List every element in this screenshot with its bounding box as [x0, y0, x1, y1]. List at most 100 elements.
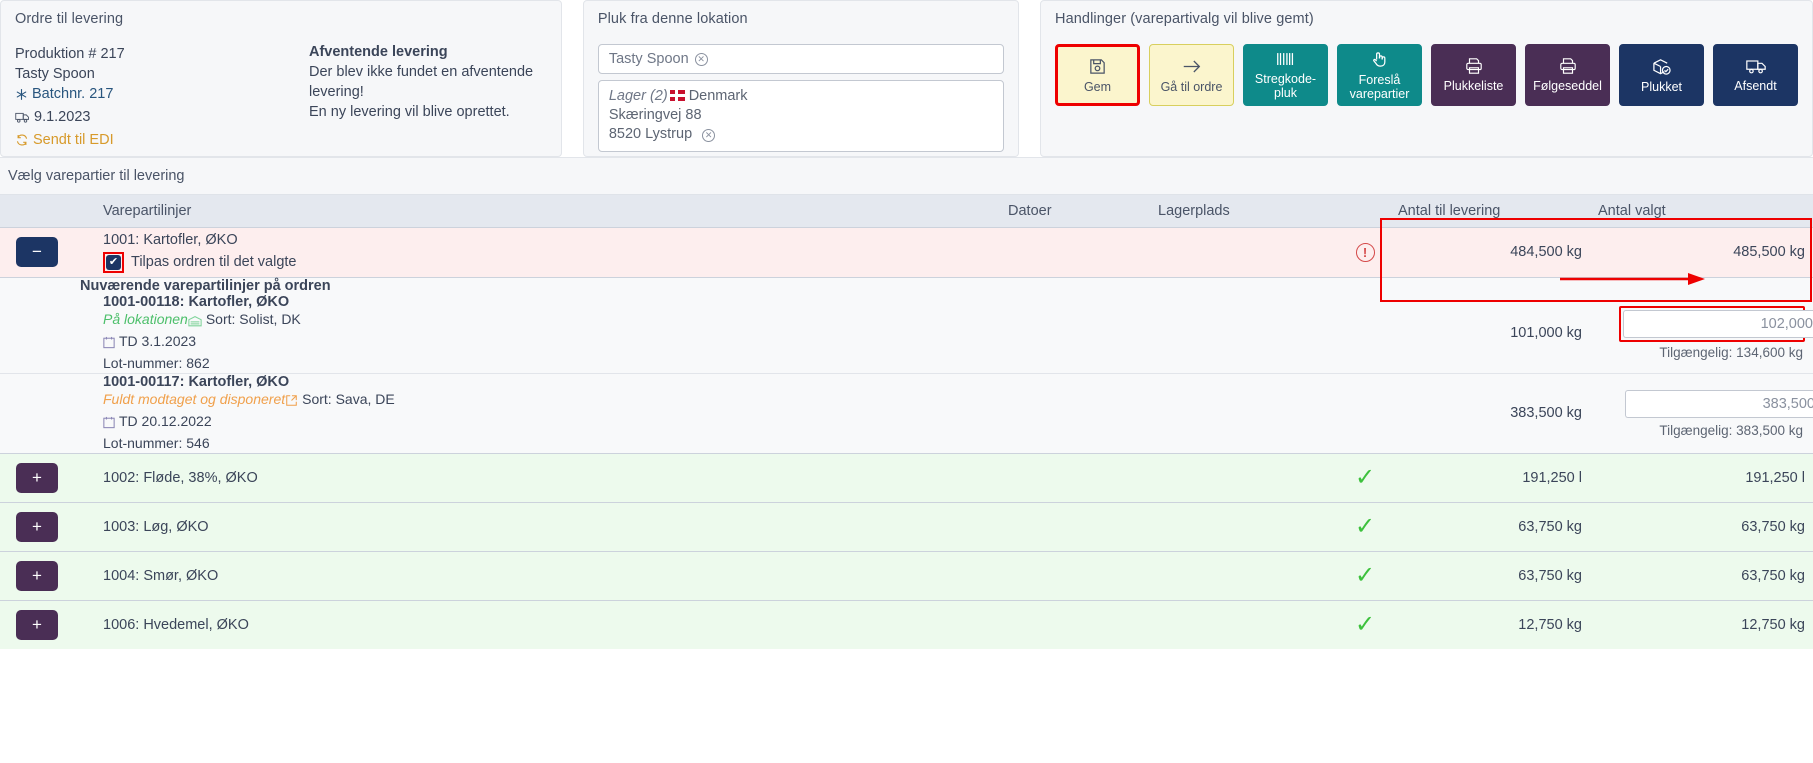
- expand-cell: +: [0, 551, 95, 600]
- picking-list-button[interactable]: Plukkeliste: [1431, 44, 1516, 106]
- row-qty-selected: 12,750 kg: [1590, 600, 1813, 649]
- clear-location-icon[interactable]: ✕: [695, 53, 708, 66]
- suggest-lots-button[interactable]: Foreslå varepartier: [1337, 44, 1422, 106]
- th-qty-to-deliver: Antal til levering: [1390, 195, 1590, 227]
- qty-input-highlight: kg: [1619, 306, 1805, 342]
- expand-row-button-label: +: [32, 517, 42, 537]
- product-name: 1006: Hvedemel, ØKO: [95, 600, 1000, 649]
- table-row: + 1004: Smør, ØKO ✓ 63,750 kg 63,750 kg: [0, 551, 1813, 600]
- table-row: − 1001: Kartofler, ØKO ✔ Tilpas ordren t…: [0, 227, 1813, 277]
- save-icon: [1088, 57, 1107, 76]
- shipped-button[interactable]: Afsendt: [1713, 44, 1798, 106]
- box-check-icon: [1651, 57, 1672, 76]
- truck-icon: [1745, 58, 1767, 75]
- warehouse-country: Denmark: [689, 88, 748, 104]
- th-expand: [0, 195, 95, 227]
- pick-location-title: Pluk fra denne lokation: [598, 11, 1004, 27]
- th-location: Lagerplads: [1150, 195, 1340, 227]
- row-location-cell: [1150, 551, 1340, 600]
- pending-delivery-block: Afventende levering Der blev ikke fundet…: [305, 44, 547, 153]
- warning-icon: !: [1356, 243, 1375, 262]
- th-status: [1340, 195, 1390, 227]
- lot-number: Lot-nummer: 546: [103, 434, 992, 453]
- sub-location-cell: [1150, 373, 1340, 453]
- qty-input[interactable]: [1625, 390, 1813, 418]
- check-icon: ✓: [1348, 515, 1382, 539]
- lot-status: Fuldt modtaget og disponeret: [103, 391, 285, 407]
- actions-panel: Handlinger (varepartivalg vil blive gemt…: [1040, 0, 1813, 157]
- delivery-picking-page: Ordre til levering Produktion # 217 Tast…: [0, 0, 1813, 763]
- barcode-pick-button[interactable]: Stregkode-pluk: [1243, 44, 1328, 106]
- check-icon: ✓: [1348, 613, 1382, 637]
- th-lines: Varepartilinjer: [95, 195, 1000, 227]
- batch-number-line[interactable]: Batchnr. 217: [15, 84, 305, 107]
- product-name: 1003: Løg, ØKO: [95, 502, 1000, 551]
- go-to-order-button[interactable]: Gå til ordre: [1149, 44, 1234, 106]
- expand-row-button[interactable]: +: [16, 610, 58, 640]
- th-dates: Datoer: [1000, 195, 1150, 227]
- expand-row-button[interactable]: +: [16, 512, 58, 542]
- pick-location-input[interactable]: Tasty Spoon ✕: [598, 44, 1004, 74]
- delivery-date-line: 9.1.2023: [15, 107, 305, 130]
- suggest-lots-button-label: Foreslå varepartier: [1341, 73, 1418, 101]
- delivery-date-label: 9.1.2023: [34, 109, 90, 125]
- row-status-cell: ✓: [1340, 502, 1390, 551]
- th-qty-selected: Antal valgt: [1590, 195, 1813, 227]
- expand-row-button[interactable]: +: [16, 463, 58, 493]
- row-dates-cell: [1000, 551, 1150, 600]
- expand-row-button[interactable]: +: [16, 561, 58, 591]
- sub-section-title: Nuværende varepartilinjer på ordren: [0, 277, 1813, 294]
- available-qty-label: Tilgængelig: 383,500 kg: [1598, 423, 1805, 438]
- adjust-order-checkbox[interactable]: ✔: [106, 255, 121, 270]
- pending-delivery-line2: En ny levering vil blive oprettet.: [309, 102, 547, 122]
- lot-variety: Sort: Solist, DK: [206, 311, 301, 327]
- row-qty-to-deliver: 12,750 kg: [1390, 600, 1590, 649]
- save-button[interactable]: Gem: [1055, 44, 1140, 106]
- checkbox-highlight: ✔: [103, 252, 124, 273]
- order-panel: Ordre til levering Produktion # 217 Tast…: [0, 0, 562, 157]
- expand-cell: −: [0, 227, 95, 277]
- hand-pointer-icon: [1370, 50, 1389, 69]
- action-buttons: Gem Gå til ordre Stregkode-pluk: [1055, 44, 1798, 106]
- calendar-icon: [103, 335, 115, 354]
- sub-expand-cell: [0, 294, 95, 374]
- check-icon: ✓: [1348, 466, 1382, 490]
- table-row: + 1006: Hvedemel, ØKO ✓ 12,750 kg 12,750…: [0, 600, 1813, 649]
- clear-warehouse-icon[interactable]: ✕: [702, 129, 715, 142]
- calendar-icon: [103, 415, 115, 434]
- expand-cell: +: [0, 502, 95, 551]
- pick-location-panel: Pluk fra denne lokation Tasty Spoon ✕ La…: [583, 0, 1019, 157]
- collapse-row-button[interactable]: −: [16, 237, 58, 267]
- order-details: Produktion # 217 Tasty Spoon Batchnr. 21…: [15, 44, 305, 153]
- expand-row-button-label: +: [32, 468, 42, 488]
- picked-button[interactable]: Plukket: [1619, 44, 1704, 106]
- delivery-note-button-label: Følgeseddel: [1533, 79, 1602, 93]
- external-link-icon[interactable]: [285, 393, 298, 412]
- table-row: + 1003: Løg, ØKO ✓ 63,750 kg 63,750 kg: [0, 502, 1813, 551]
- adjust-order-checkbox-row: ✔ Tilpas ordren til det valgte: [103, 252, 992, 273]
- qty-input[interactable]: [1623, 310, 1813, 338]
- order-panel-title: Ordre til levering: [15, 11, 547, 27]
- sub-location-cell: [1150, 294, 1340, 374]
- product-name: 1001: Kartofler, ØKO: [103, 232, 992, 248]
- sub-dates-cell: [1000, 373, 1150, 453]
- sub-section-title-row: Nuværende varepartilinjer på ordren: [0, 277, 1813, 294]
- batch-number-label: Batchnr. 217: [32, 86, 113, 102]
- picking-list-button-label: Plukkeliste: [1444, 79, 1504, 93]
- row-qty-to-deliver: 484,500 kg: [1390, 227, 1590, 277]
- warehouse-address-box[interactable]: Lager (2)Denmark Skæringvej 88 8520 Lyst…: [598, 80, 1004, 152]
- row-qty-to-deliver: 191,250 l: [1390, 453, 1590, 502]
- qty-input-wrap: kg: [1598, 306, 1805, 342]
- warehouse-icon: [188, 313, 202, 332]
- picked-button-label: Plukket: [1641, 80, 1682, 94]
- delivery-note-button[interactable]: Følgeseddel: [1525, 44, 1610, 106]
- available-qty-label: Tilgængelig: 134,600 kg: [1598, 345, 1805, 360]
- sub-qty-to-deliver: 383,500 kg: [1390, 373, 1590, 453]
- row-dates-cell: [1000, 227, 1150, 277]
- pending-delivery-line1: Der blev ikke fundet en afventende lever…: [309, 62, 547, 102]
- table-row: + 1002: Fløde, 38%, ØKO ✓ 191,250 l 191,…: [0, 453, 1813, 502]
- pick-location-value: Tasty Spoon: [609, 51, 689, 67]
- warehouse-city: 8520 Lystrup: [609, 126, 692, 142]
- lot-date: TD 3.1.2023: [119, 333, 196, 349]
- barcode-pick-button-label: Stregkode-pluk: [1247, 72, 1324, 100]
